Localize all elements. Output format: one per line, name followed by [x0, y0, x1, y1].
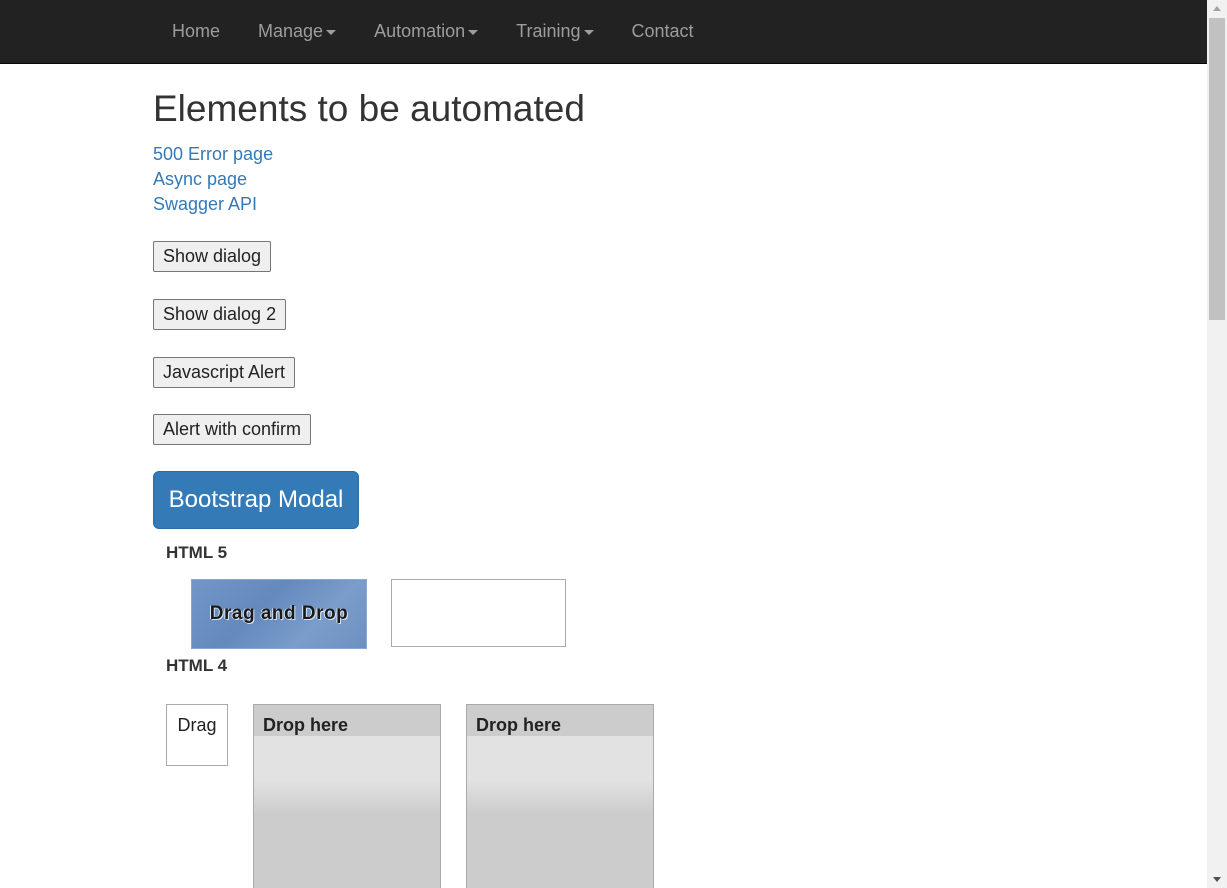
page-title: Elements to be automated: [153, 88, 585, 129]
nav-item-manage[interactable]: Manage: [239, 0, 355, 63]
nav-item-label: Home: [172, 21, 221, 41]
link-500-error-page[interactable]: 500 Error page: [153, 142, 273, 167]
html5-section-label: HTML 5: [166, 543, 228, 562]
caret-down-icon: [468, 30, 479, 35]
caret-down-icon: [326, 30, 337, 35]
link-async-page[interactable]: Async page: [153, 167, 273, 192]
drop-zone-header: Drop here: [254, 705, 440, 736]
html4-drop-zone-1[interactable]: Drop here: [253, 704, 441, 888]
html4-section-label: HTML 4: [166, 656, 228, 675]
nav-item-training[interactable]: Training: [497, 0, 612, 63]
drag-source-label: Drag and Drop: [209, 603, 349, 624]
nav-item-label: Contact: [631, 21, 694, 41]
bootstrap-modal-button[interactable]: Bootstrap Modal: [153, 471, 359, 529]
link-list: 500 Error page Async page Swagger API: [153, 142, 273, 217]
scroll-down-arrow-icon[interactable]: [1213, 877, 1221, 882]
alert-with-confirm-button[interactable]: Alert with confirm: [153, 414, 312, 445]
nav-item-label: Manage: [258, 21, 324, 41]
nav-item-contact[interactable]: Contact: [613, 0, 713, 63]
html5-drag-source[interactable]: Drag and Drop: [191, 579, 367, 649]
drop-zone-header: Drop here: [467, 705, 653, 736]
show-dialog-2-button[interactable]: Show dialog 2: [153, 299, 287, 330]
page: Home Manage Automation Training Contact …: [0, 0, 1227, 888]
nav-item-home[interactable]: Home: [153, 0, 239, 63]
html5-drop-target[interactable]: [391, 579, 566, 647]
nav-item-label: Training: [516, 21, 581, 41]
nav-item-automation[interactable]: Automation: [355, 0, 497, 63]
link-swagger-api[interactable]: Swagger API: [153, 192, 273, 217]
caret-down-icon: [583, 30, 594, 35]
show-dialog-button[interactable]: Show dialog: [153, 241, 272, 272]
top-navbar: Home Manage Automation Training Contact: [0, 0, 1207, 64]
vertical-scrollbar[interactable]: [1207, 0, 1227, 888]
scroll-up-arrow-icon[interactable]: [1213, 6, 1221, 11]
nav-menu: Home Manage Automation Training Contact: [153, 0, 713, 63]
html4-drop-zone-2[interactable]: Drop here: [466, 704, 654, 888]
javascript-alert-button[interactable]: Javascript Alert: [153, 357, 296, 388]
scrollbar-thumb[interactable]: [1209, 18, 1225, 320]
html4-drag-item[interactable]: Drag: [166, 704, 228, 766]
nav-item-label: Automation: [374, 21, 466, 41]
